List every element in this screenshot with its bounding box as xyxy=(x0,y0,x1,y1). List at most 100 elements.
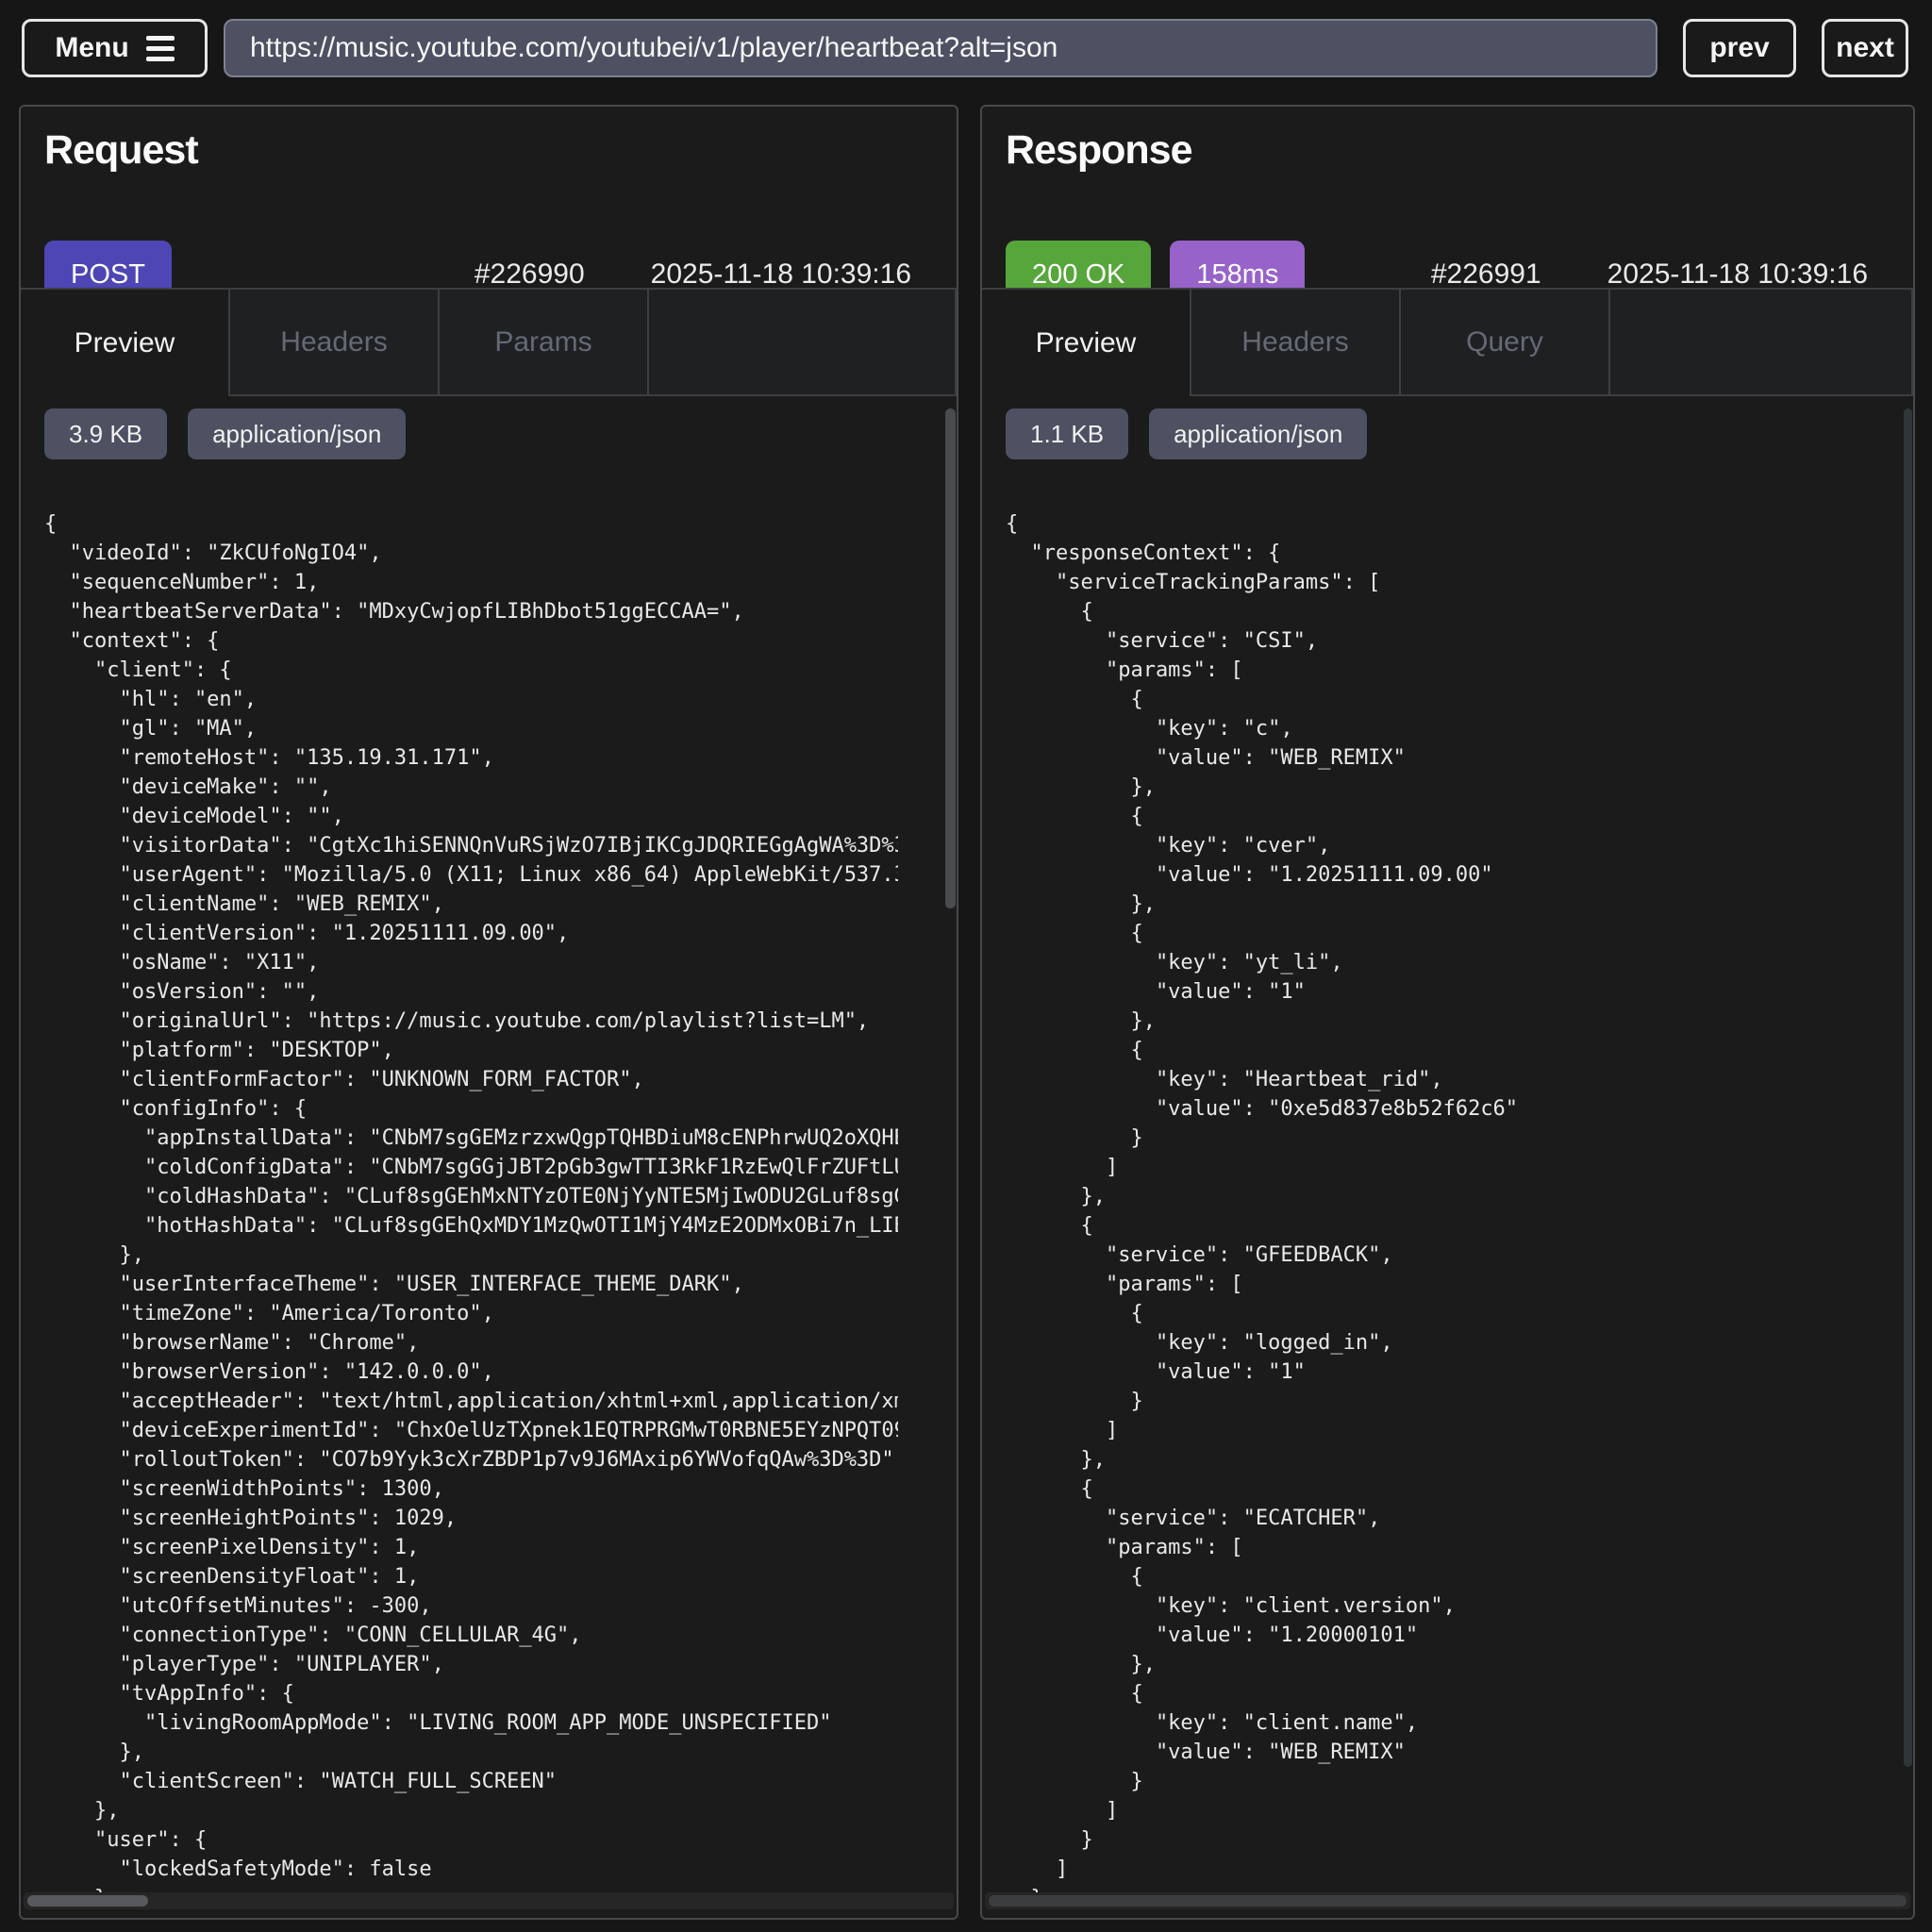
code-line: }, xyxy=(1006,1650,1859,1679)
code-line: "value": "WEB_REMIX" xyxy=(1006,743,1859,773)
code-line: "coldHashData": "CLuf8sgGEhMxNTYzOTE0NjY… xyxy=(44,1182,898,1211)
request-horizontal-scrollbar-track[interactable] xyxy=(24,1892,954,1909)
code-line: { xyxy=(1006,1679,1859,1708)
tab-preview[interactable]: Preview xyxy=(982,290,1191,396)
code-line: "videoId": "ZkCUfoNgIO4", xyxy=(44,539,898,568)
code-line: "sequenceNumber": 1, xyxy=(44,568,898,597)
code-line: "screenPixelDensity": 1, xyxy=(44,1533,898,1562)
code-line: { xyxy=(1006,597,1859,626)
code-line: "tvAppInfo": { xyxy=(44,1679,898,1708)
code-line: "lockedSafetyMode": false xyxy=(44,1855,898,1884)
code-line: }, xyxy=(44,1796,898,1825)
tab-query[interactable]: Query xyxy=(1401,290,1610,396)
code-line: "connectionType": "CONN_CELLULAR_4G", xyxy=(44,1621,898,1650)
tab-preview[interactable]: Preview xyxy=(21,290,230,396)
response-horizontal-scrollbar-track[interactable] xyxy=(985,1892,1910,1909)
request-content-type-badge: application/json xyxy=(188,408,406,459)
code-line: "key": "yt_li", xyxy=(1006,948,1859,977)
code-line: "hotHashData": "CLuf8sgGEhQxMDY1MzQwOTI1… xyxy=(44,1211,898,1241)
code-line: "clientName": "WEB_REMIX", xyxy=(44,890,898,919)
request-id: #226990 xyxy=(475,258,585,291)
code-line: "service": "ECATCHER", xyxy=(1006,1504,1859,1533)
code-line: } xyxy=(1006,1767,1859,1796)
code-line: "remoteHost": "135.19.31.171", xyxy=(44,743,898,773)
code-line: "deviceModel": "", xyxy=(44,802,898,831)
tab-row-filler xyxy=(1610,290,1913,396)
code-line: "userInterfaceTheme": "USER_INTERFACE_TH… xyxy=(44,1270,898,1299)
code-line: "key": "c", xyxy=(1006,714,1859,743)
code-line: "clientVersion": "1.20251111.09.00", xyxy=(44,919,898,948)
code-line: "service": "CSI", xyxy=(1006,626,1859,656)
code-line: "key": "logged_in", xyxy=(1006,1328,1859,1357)
code-line: }, xyxy=(1006,890,1859,919)
code-line: "deviceMake": "", xyxy=(44,773,898,802)
request-horizontal-scrollbar-thumb[interactable] xyxy=(27,1895,148,1907)
response-panel: Response 200 OK 158ms #226991 2025-11-18… xyxy=(980,105,1915,1920)
code-line: "key": "cver", xyxy=(1006,831,1859,860)
code-line: "user": { xyxy=(44,1825,898,1855)
response-panel-title: Response xyxy=(1006,127,1192,174)
code-line: "deviceExperimentId": "ChxOelUzTXpnek1EQ… xyxy=(44,1416,898,1445)
code-line: "params": [ xyxy=(1006,1533,1859,1562)
tab-headers[interactable]: Headers xyxy=(230,290,440,396)
code-line: "timeZone": "America/Toronto", xyxy=(44,1299,898,1328)
code-line: "platform": "DESKTOP", xyxy=(44,1036,898,1065)
tab-params[interactable]: Params xyxy=(440,290,649,396)
response-horizontal-scrollbar-thumb[interactable] xyxy=(989,1895,1907,1907)
request-body-json[interactable]: { "videoId": "ZkCUfoNgIO4", "sequenceNum… xyxy=(44,509,898,1896)
request-vertical-scrollbar[interactable] xyxy=(945,408,956,908)
code-line: "coldConfigData": "CNbM7sgGGjJBT2pGb3gwT… xyxy=(44,1153,898,1182)
code-line: "screenHeightPoints": 1029, xyxy=(44,1504,898,1533)
code-line: "value": "1" xyxy=(1006,977,1859,1007)
code-line: } xyxy=(1006,1825,1859,1855)
code-line: "browserName": "Chrome", xyxy=(44,1328,898,1357)
code-line: }, xyxy=(44,1241,898,1270)
response-vertical-scrollbar[interactable] xyxy=(1904,408,1912,1767)
code-line: "key": "Heartbeat_rid", xyxy=(1006,1065,1859,1094)
code-line: ] xyxy=(1006,1855,1859,1884)
response-tab-row: PreviewHeadersQuery xyxy=(982,288,1913,396)
request-tab-row: PreviewHeadersParams xyxy=(21,288,957,396)
code-line: "context": { xyxy=(44,626,898,656)
request-panel-title: Request xyxy=(44,127,198,174)
code-line: "heartbeatServerData": "MDxyCwjopfLIBhDb… xyxy=(44,597,898,626)
code-line: "service": "GFEEDBACK", xyxy=(1006,1241,1859,1270)
code-line: "serviceTrackingParams": [ xyxy=(1006,568,1859,597)
code-line: }, xyxy=(1006,1445,1859,1474)
response-timestamp: 2025-11-18 10:39:16 xyxy=(1607,258,1868,291)
code-line: "responseContext": { xyxy=(1006,539,1859,568)
code-line: { xyxy=(1006,1474,1859,1504)
code-line: "osName": "X11", xyxy=(44,948,898,977)
top-bar: Menu prev next xyxy=(0,0,1932,98)
code-line: ] xyxy=(1006,1416,1859,1445)
code-line: "originalUrl": "https://music.youtube.co… xyxy=(44,1007,898,1036)
code-line: { xyxy=(1006,919,1859,948)
response-id: #226991 xyxy=(1431,258,1541,291)
code-line: { xyxy=(1006,1562,1859,1591)
url-input[interactable] xyxy=(224,19,1657,77)
code-line: { xyxy=(1006,1299,1859,1328)
code-line: "value": "1" xyxy=(1006,1357,1859,1387)
code-line: { xyxy=(1006,509,1859,539)
response-body-json[interactable]: { "responseContext": { "serviceTrackingP… xyxy=(1006,509,1859,1896)
code-line: "clientFormFactor": "UNKNOWN_FORM_FACTOR… xyxy=(44,1065,898,1094)
code-line: }, xyxy=(1006,1007,1859,1036)
prev-button[interactable]: prev xyxy=(1683,19,1796,77)
code-line: "screenDensityFloat": 1, xyxy=(44,1562,898,1591)
response-badge-row: 1.1 KB application/json xyxy=(1006,408,1367,459)
code-line: { xyxy=(1006,1211,1859,1241)
menu-button[interactable]: Menu xyxy=(22,19,208,77)
code-line: { xyxy=(1006,1036,1859,1065)
code-line: "screenWidthPoints": 1300, xyxy=(44,1474,898,1504)
code-line: "utcOffsetMinutes": -300, xyxy=(44,1591,898,1621)
code-line: "acceptHeader": "text/html,application/x… xyxy=(44,1387,898,1416)
next-button[interactable]: next xyxy=(1822,19,1908,77)
code-line: "hl": "en", xyxy=(44,685,898,714)
request-badge-row: 3.9 KB application/json xyxy=(44,408,406,459)
code-line: "key": "client.version", xyxy=(1006,1591,1859,1621)
code-line: ] xyxy=(1006,1153,1859,1182)
code-line: }, xyxy=(44,1738,898,1767)
code-line: "browserVersion": "142.0.0.0", xyxy=(44,1357,898,1387)
tab-headers[interactable]: Headers xyxy=(1191,290,1401,396)
request-panel: Request POST #226990 2025-11-18 10:39:16… xyxy=(19,105,958,1920)
